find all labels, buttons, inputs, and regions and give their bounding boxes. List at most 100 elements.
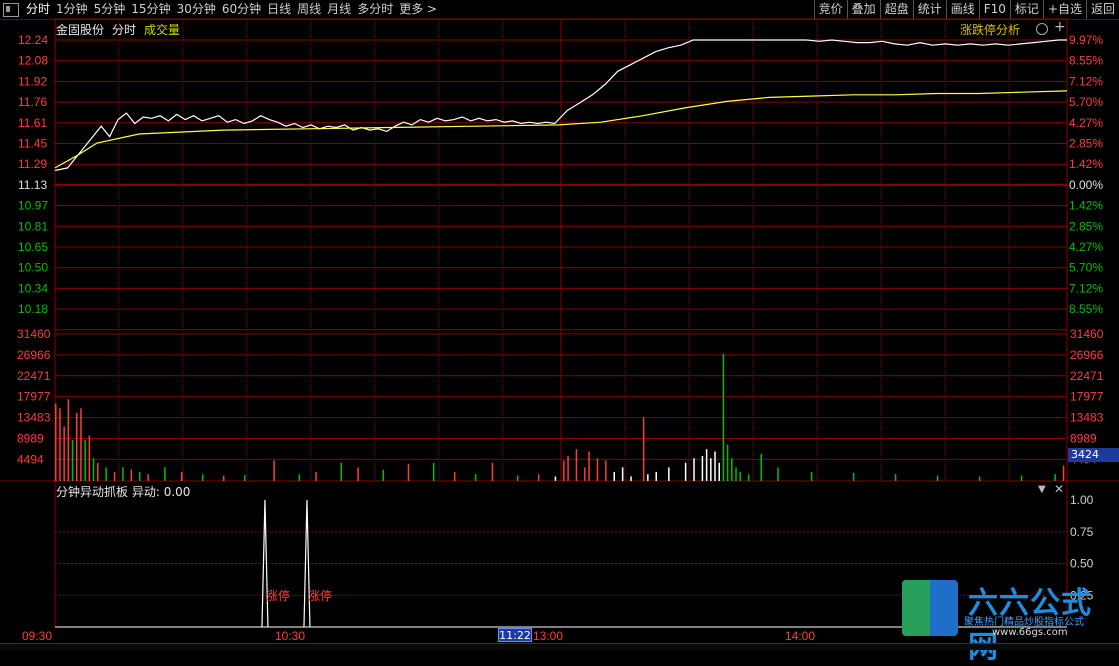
volume-tick-right: 17977 (1070, 390, 1104, 404)
volume-tick-right: 31460 (1070, 327, 1104, 341)
price-tick: 11.45 (18, 137, 47, 151)
volume-bar (71, 440, 74, 481)
volume-bar (88, 435, 91, 481)
volume-bar (516, 475, 519, 481)
volume-bar (55, 403, 57, 481)
volume-bar (201, 474, 204, 481)
volume-bar (575, 449, 578, 481)
volume-tick-left: 26966 (17, 348, 51, 362)
pct-tick: 2.85% (1069, 219, 1103, 233)
stock-name[interactable]: 金固股份 (56, 21, 104, 38)
volume-bar (474, 474, 477, 481)
volume-bar (75, 412, 78, 481)
volume-bar (491, 462, 494, 481)
volume-bar (113, 471, 116, 481)
pin-icon[interactable] (1036, 23, 1048, 35)
volume-bar (621, 467, 624, 481)
volume-bar (63, 426, 65, 481)
volume-bar (453, 471, 456, 481)
price-tick: 10.50 (18, 261, 48, 275)
volume-bar (105, 467, 107, 481)
pct-tick: 5.70% (1069, 95, 1103, 109)
indicator-tick: 0.75 (1070, 525, 1094, 539)
volume-bar (978, 476, 981, 481)
volume-bar (647, 474, 649, 481)
volume-bar (1020, 475, 1023, 481)
logo-icon (902, 580, 958, 636)
volume-bar (684, 462, 687, 481)
indicator-tick: 0.50 (1070, 557, 1094, 571)
volume-bar (894, 474, 897, 481)
volume-bar (701, 456, 704, 481)
volume-tick-left: 8989 (17, 432, 44, 446)
volume-bar (714, 451, 716, 481)
volume-bar (138, 471, 141, 481)
intraday-chart[interactable]: 12.24 12.08 11.92 11.76 11.61 11.45 11.29 11.13… (0, 0, 1119, 649)
volume-bar (1054, 474, 1056, 481)
close-icon[interactable]: ✕ (1054, 482, 1064, 496)
volume-bar (243, 475, 246, 481)
pct-tick: 0.00% (1069, 178, 1103, 192)
volume-tick-left: 4494 (17, 452, 44, 466)
volume-bar (273, 460, 275, 481)
volume-bar (315, 471, 317, 481)
volume-bar (810, 471, 813, 481)
volume-bar (92, 458, 95, 481)
volume-bar (760, 453, 762, 481)
volume-bar (340, 462, 343, 481)
volume-bar (605, 460, 607, 481)
volume-tick-right: 8989 (1070, 432, 1097, 446)
limit-up-label: 涨停 (266, 588, 290, 603)
price-tick: 10.97 (18, 199, 48, 213)
indicator-name[interactable]: 分钟异动抓板 (56, 485, 128, 499)
volume-bar (726, 444, 729, 481)
volume-bar (655, 471, 657, 481)
add-indicator-icon[interactable]: + (1054, 20, 1066, 34)
volume-bar (710, 458, 712, 481)
price-tick: 10.81 (18, 219, 48, 233)
chart-grid (0, 18, 1119, 628)
pct-tick: 2.85% (1069, 137, 1103, 151)
indicator-value: 异动: 0.00 (131, 485, 191, 499)
logo-url: www.66gs.com (992, 627, 1068, 638)
volume-tick-left: 17977 (17, 390, 51, 404)
volume-bar (432, 462, 435, 481)
volume-bar (584, 467, 586, 481)
volume-bar (357, 467, 359, 481)
volume-bar (164, 467, 166, 481)
time-axis: 09:30 10:30 13:00 14:00 (22, 629, 815, 643)
volume-bar (735, 467, 737, 481)
volume-bar (718, 462, 720, 481)
pct-tick: 1.42% (1069, 157, 1103, 171)
volume-bar (747, 474, 750, 481)
volume-bar (407, 463, 410, 481)
limit-analysis-button[interactable]: 涨跌停分析 (960, 21, 1020, 38)
volume-bar (731, 458, 733, 481)
time-tick: 13:00 (533, 629, 563, 643)
pct-tick: 9.97% (1069, 33, 1103, 47)
volume-bar (180, 471, 183, 481)
pct-tick: 7.12% (1069, 74, 1103, 88)
volume-bar (668, 467, 670, 481)
logo-slogan: 聚焦热门精品炒股指标公式 (964, 617, 1084, 628)
volume-bar (382, 469, 385, 481)
indicator-tick: 1.00 (1070, 493, 1094, 507)
indicator-menu-icon[interactable]: ▼ (1038, 484, 1046, 495)
volume-tick-right: 22471 (1070, 369, 1104, 383)
volume-bar (67, 399, 70, 481)
price-tick: 11.13 (18, 178, 47, 192)
price-tick: 11.29 (18, 157, 47, 171)
price-tick: 11.92 (18, 74, 47, 88)
watermark-logo: 六六公式网 聚焦热门精品炒股指标公式 www.66gs.com (900, 578, 1116, 665)
price-tick: 10.34 (18, 281, 48, 295)
price-tick: 10.18 (18, 302, 48, 316)
price-tick: 11.61 (18, 116, 47, 130)
price-tick: 12.08 (18, 54, 48, 68)
volume-bar (588, 451, 590, 481)
pct-tick: 8.55% (1069, 54, 1103, 68)
volume-tick-left: 31460 (17, 327, 51, 341)
current-volume-badge: 3424 (1068, 448, 1119, 462)
volume-bar (222, 475, 225, 481)
volume-bar (130, 469, 133, 481)
pct-tick: 1.42% (1069, 199, 1103, 213)
